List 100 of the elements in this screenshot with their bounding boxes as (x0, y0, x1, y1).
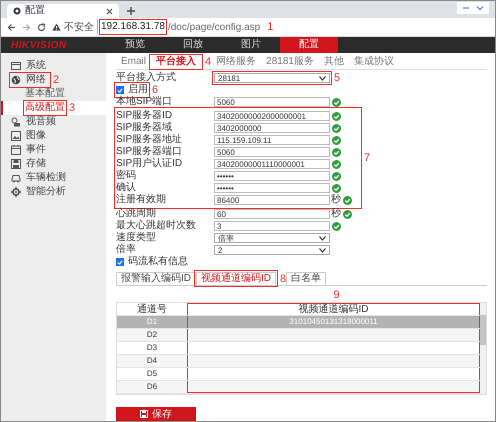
dropdown[interactable]: 28181 (214, 73, 330, 83)
globe-icon (11, 75, 21, 85)
input-field[interactable]: 34020000001110000001 (214, 159, 330, 169)
cell-text: D6 (146, 382, 158, 392)
input-field[interactable]: 5060 (214, 147, 330, 157)
field-label: 确认 (116, 182, 137, 194)
scrollbar-thumb[interactable] (480, 315, 486, 345)
unit-label: 秒 (331, 194, 341, 206)
cell-text: D4 (146, 356, 158, 366)
checkmark-icon (117, 86, 123, 94)
subtab[interactable]: 视频通道编码ID (196, 272, 276, 285)
calendar-icon (11, 145, 21, 155)
cell-text: D3 (146, 343, 158, 353)
dropdown[interactable]: 2 (214, 245, 330, 255)
table-row[interactable]: D6 (117, 381, 480, 394)
dropdown[interactable]: 倍率 (214, 233, 330, 243)
url-path: /doc/page/config.asp (168, 22, 260, 32)
checkbox-label: 码流私有信息 (128, 256, 188, 268)
sidebar-item[interactable]: 智能分析 (11, 186, 69, 198)
settings-tab[interactable]: Email (116, 56, 152, 68)
nav-tab[interactable]: 图片 (222, 37, 280, 53)
input-field[interactable]: 34020000002000000001 (214, 111, 330, 121)
field-label: 密码 (116, 170, 137, 182)
sidebar-item[interactable]: 图像 (11, 130, 49, 142)
callout-number: 5 (334, 72, 340, 84)
browser-tab[interactable]: 配置 (7, 4, 119, 18)
sidebar-item[interactable]: 事件 (11, 144, 49, 156)
sidebar-subitem[interactable]: 高级配置 (25, 102, 65, 114)
callout-number: 7 (364, 152, 370, 164)
field-label: SIP服务器域 (116, 122, 174, 134)
field-label: 本地SIP端口 (116, 96, 174, 108)
table-row[interactable]: D3 (117, 342, 480, 355)
callout-number: 4 (205, 56, 212, 68)
gear-icon (11, 187, 21, 197)
unit-label: 秒 (331, 208, 341, 220)
nav-tab[interactable]: 配置 (280, 37, 338, 53)
warning-icon (52, 23, 61, 31)
column-header: 通道号 (137, 304, 167, 314)
subtab[interactable]: 白名单 (286, 272, 326, 285)
dropdown-value: 倍率 (218, 234, 234, 242)
tab-title: 配置 (25, 5, 46, 17)
input-field[interactable]: •••••• (214, 171, 330, 181)
sidebar-item[interactable]: 网络 (11, 74, 49, 86)
page-icon (13, 7, 21, 15)
table-row[interactable]: D5 (117, 368, 480, 381)
input-field[interactable]: 3402000000 (214, 123, 330, 133)
input-field[interactable]: 3 (214, 221, 330, 231)
input-field[interactable]: 60 (214, 209, 330, 219)
back-icon[interactable] (7, 22, 16, 32)
settings-tab[interactable]: 其他 (318, 56, 349, 68)
close-icon[interactable] (106, 8, 113, 14)
reload-icon[interactable] (37, 22, 46, 32)
nav-tab[interactable]: 预览 (106, 37, 164, 53)
field-label: 心跳周期 (116, 208, 157, 220)
save-button[interactable]: 保存 (116, 407, 196, 421)
car-icon (11, 173, 21, 183)
sidebar-item[interactable]: 车辆检测 (11, 172, 69, 184)
forward-icon[interactable] (22, 22, 31, 32)
checkmark-icon (117, 258, 123, 266)
field-label: SIP服务器端口 (116, 146, 184, 158)
sidebar-item[interactable]: 视音频 (11, 116, 59, 128)
input-field[interactable]: 115.159.109.11 (214, 135, 330, 145)
checkbox[interactable] (116, 258, 124, 266)
callout-number: 9 (334, 290, 340, 301)
field-label: 平台接入方式 (116, 72, 177, 84)
sidebar-subitem[interactable]: 基本配置 (25, 88, 65, 100)
field-label: SIP服务器地址 (116, 134, 184, 146)
table-row[interactable]: D4 (117, 355, 480, 368)
url-host: 192.168.31.78 (101, 21, 165, 33)
address-field[interactable]: 不安全 192.168.31.78 /doc/page/config.asp 1 (52, 20, 489, 34)
callout-number: 2 (53, 74, 60, 86)
settings-tab[interactable]: 网络服务 (211, 56, 262, 68)
settings-tab[interactable]: 集成协议 (348, 56, 399, 68)
field-label: 倍率 (116, 244, 137, 256)
dropdown-value: 28181 (218, 74, 240, 82)
save-icon (140, 410, 148, 418)
callout-number: 6 (152, 84, 158, 96)
new-tab-icon[interactable] (127, 7, 135, 15)
column-header: 视频通道编码ID (298, 304, 368, 315)
nav-tab[interactable]: 回放 (164, 37, 222, 53)
chevron-icon[interactable] (476, 4, 484, 12)
sidebar-item[interactable]: 存储 (11, 158, 49, 170)
security-label: 不安全 (64, 20, 98, 34)
input-field[interactable]: 5060 (214, 97, 330, 107)
subtab[interactable]: 报警输入编码ID (116, 272, 196, 285)
field-label: SIP服务器ID (116, 110, 174, 122)
cell-text: D2 (146, 330, 158, 340)
scrollbar[interactable] (480, 303, 486, 394)
settings-tab[interactable]: 平台接入 (151, 56, 202, 68)
callout-number: 1 (267, 22, 274, 32)
sidebar-item[interactable]: 系统 (11, 60, 49, 72)
checkbox[interactable] (116, 86, 124, 94)
dropdown-value: 2 (218, 246, 222, 254)
table-row[interactable]: D2 (117, 329, 480, 342)
checkbox-label: 启用 (128, 84, 148, 96)
input-field[interactable]: •••••• (214, 183, 330, 193)
settings-tab[interactable]: 28181服务 (261, 56, 319, 68)
input-field[interactable]: 86400 (214, 195, 330, 205)
cell-text: D1 (146, 317, 158, 327)
caret-icon (319, 76, 326, 80)
